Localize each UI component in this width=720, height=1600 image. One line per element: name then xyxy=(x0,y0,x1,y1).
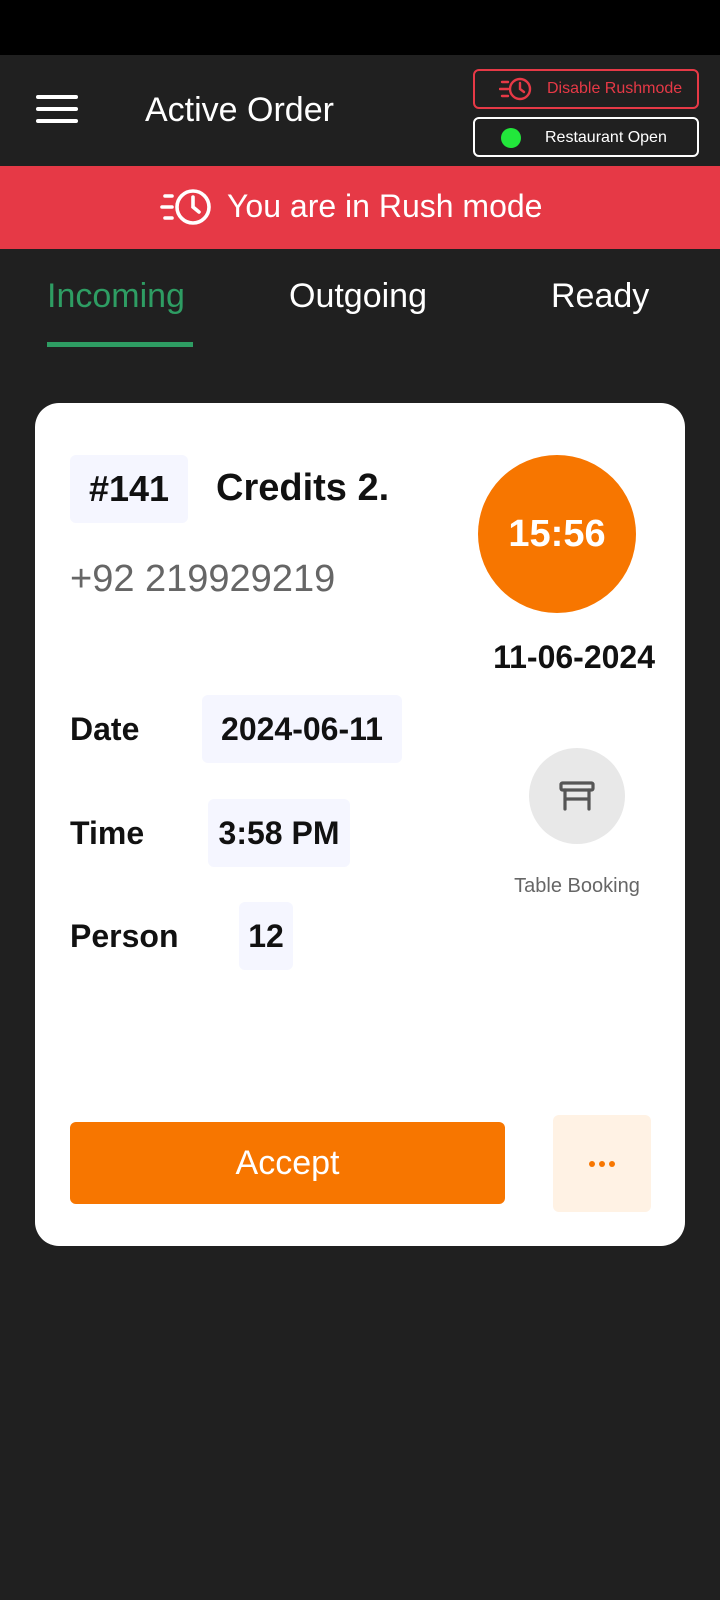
more-options-button[interactable] xyxy=(553,1115,651,1212)
time-label: Time xyxy=(70,815,145,851)
customer-phone: +92 219929219 xyxy=(70,558,336,600)
restaurant-open-toggle[interactable]: Restaurant Open xyxy=(473,117,699,157)
active-tab-indicator xyxy=(47,342,193,347)
more-dots-icon xyxy=(589,1160,615,1167)
date-label: Date xyxy=(70,711,140,747)
order-type-label: Table Booking xyxy=(514,875,640,897)
rush-clock-icon xyxy=(160,189,211,225)
order-card: #141 Credits 2. +92 219929219 15:56 11-0… xyxy=(35,403,685,1246)
system-status-bar xyxy=(0,0,720,55)
app-bar: Active Order Disable Rushmode Restaurant… xyxy=(0,55,720,166)
restaurant-status-label: Restaurant Open xyxy=(545,129,667,146)
order-timer: 15:56 xyxy=(478,455,636,613)
tab-outgoing[interactable]: Outgoing xyxy=(289,277,427,316)
status-dot-icon xyxy=(501,128,521,148)
order-date: 11-06-2024 xyxy=(493,639,655,675)
table-icon xyxy=(529,748,625,844)
person-value: 12 xyxy=(239,902,293,970)
customer-name: Credits 2. xyxy=(216,467,390,509)
accept-button[interactable]: Accept xyxy=(70,1122,505,1204)
rush-mode-text: You are in Rush mode xyxy=(227,188,543,224)
disable-rushmode-label: Disable Rushmode xyxy=(547,80,683,97)
person-label: Person xyxy=(70,918,179,954)
menu-icon[interactable] xyxy=(36,95,78,125)
disable-rushmode-button[interactable]: Disable Rushmode xyxy=(473,69,699,109)
date-value: 2024-06-11 xyxy=(202,695,402,763)
tab-ready[interactable]: Ready xyxy=(551,277,649,316)
rush-mode-banner: You are in Rush mode xyxy=(0,166,720,249)
page-title: Active Order xyxy=(145,91,334,129)
order-number: #141 xyxy=(70,455,188,523)
tab-incoming[interactable]: Incoming xyxy=(47,277,185,316)
rush-clock-icon xyxy=(499,77,532,101)
time-value: 3:58 PM xyxy=(208,799,350,867)
